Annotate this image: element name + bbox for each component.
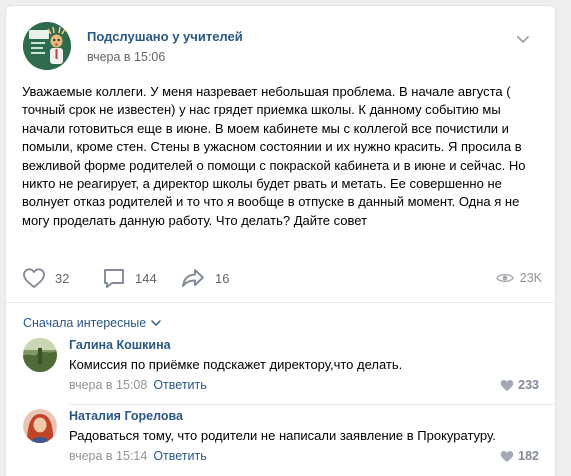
chevron-down-icon[interactable] (516, 32, 530, 46)
comment-time[interactable]: вчера в 15:14 (69, 449, 147, 463)
comment-like-count: 182 (518, 449, 539, 463)
heart-icon (23, 268, 45, 288)
share-button[interactable]: 16 (180, 263, 229, 293)
comment-sort-dropdown[interactable]: Сначала интересные (23, 316, 161, 330)
comment-count: 144 (135, 270, 157, 286)
post-author-link[interactable]: Подслушано у учителей (87, 29, 243, 44)
heart-icon (500, 379, 514, 391)
comment-item: Наталия Горелова Радоваться тому, что ро… (23, 409, 543, 469)
share-count: 16 (215, 270, 230, 286)
comment-like-count: 233 (518, 378, 539, 392)
comment-like-button[interactable]: 182 (500, 449, 539, 463)
comment-author-link[interactable]: Наталия Горелова (69, 409, 183, 423)
comment-meta: вчера в 15:14 Ответить (69, 449, 207, 463)
avatar[interactable] (23, 409, 57, 443)
comment-author-link[interactable]: Галина Кошкина (69, 338, 171, 352)
comment-like-button[interactable]: 233 (500, 378, 539, 392)
comment-meta: вчера в 15:08 Ответить (69, 378, 207, 392)
comment-text: Радоваться тому, что родители не написал… (69, 428, 496, 443)
comment-icon (104, 269, 124, 288)
eye-icon (495, 273, 514, 283)
comment-item: Галина Кошкина Комиссия по приёмке подск… (23, 338, 543, 398)
chevron-down-icon (151, 320, 161, 327)
share-arrow-icon (182, 269, 204, 287)
comment-button[interactable]: 144 (102, 263, 157, 293)
avatar[interactable] (23, 338, 57, 372)
divider (6, 302, 555, 303)
comment-time[interactable]: вчера в 15:08 (69, 378, 147, 392)
views-count: 23K (519, 271, 542, 285)
post-time[interactable]: вчера в 15:06 (87, 50, 165, 64)
post-text: Уважаемые коллеги. У меня назревает небо… (22, 84, 526, 228)
post-actions: 32 144 16 23K (22, 263, 542, 293)
post-card: Подслушано у учителей вчера в 15:06 Уваж… (6, 6, 555, 476)
reply-button[interactable]: Ответить (153, 378, 206, 392)
like-count: 32 (55, 270, 70, 286)
like-button[interactable]: 32 (22, 263, 69, 293)
sort-label: Сначала интересные (23, 316, 147, 330)
reply-button[interactable]: Ответить (153, 449, 206, 463)
heart-icon (500, 450, 514, 462)
views-counter: 23K (495, 263, 542, 293)
comment-separator (69, 404, 555, 405)
community-avatar[interactable] (23, 22, 71, 70)
comment-text: Комиссия по приёмке подскажет директору,… (69, 357, 403, 372)
